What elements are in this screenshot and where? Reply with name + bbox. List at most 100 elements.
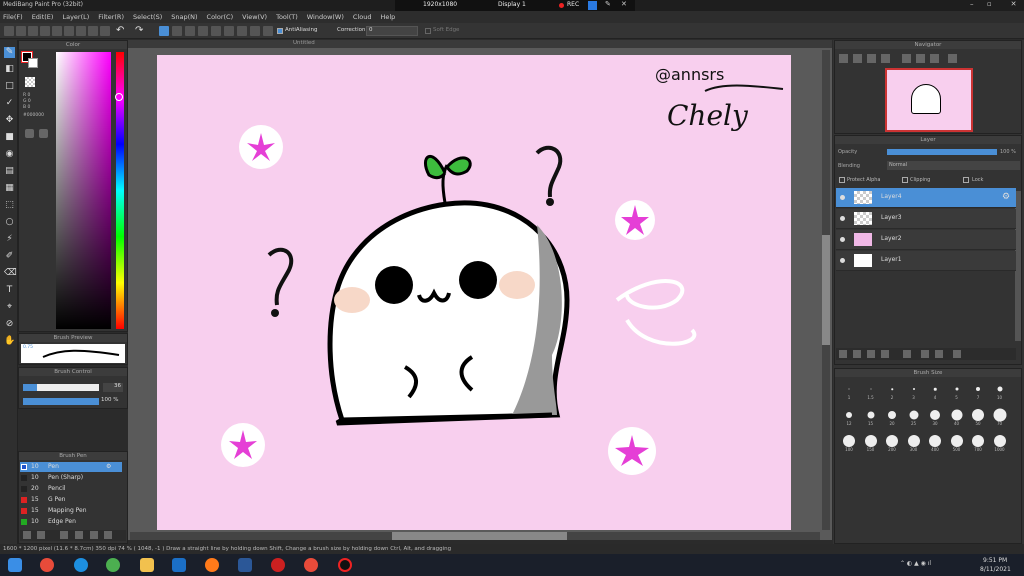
delete-brush-icon[interactable] — [104, 531, 112, 539]
store-icon[interactable] — [172, 558, 186, 572]
brush-size-preset-70[interactable]: 70 — [990, 406, 1010, 426]
new-8bit-layer-icon[interactable] — [867, 350, 875, 358]
lasso-tool-icon[interactable]: ○ — [4, 217, 15, 228]
app-icon[interactable] — [106, 558, 120, 572]
navigator-thumbnail[interactable] — [885, 68, 973, 132]
duplicate-layer-icon[interactable] — [921, 350, 929, 358]
snap-parallel-icon[interactable] — [172, 26, 182, 36]
hue-handle[interactable] — [115, 93, 123, 101]
blending-select[interactable]: Normal — [887, 161, 1020, 170]
menu-color[interactable]: Color(C) — [207, 13, 234, 21]
secondary-color-swatch[interactable] — [28, 58, 38, 68]
opera-icon[interactable] — [271, 558, 285, 572]
menu-select[interactable]: Select(S) — [133, 13, 162, 21]
soft-edge-checkbox[interactable] — [425, 28, 431, 34]
recorder-stop-button[interactable] — [588, 1, 597, 10]
dot-tool-icon[interactable]: □ — [4, 81, 15, 92]
layer-opacity-slider[interactable] — [887, 149, 997, 155]
lock-checkbox[interactable] — [963, 177, 969, 183]
brush-size-preset-2[interactable]: 2 — [882, 380, 902, 400]
save-icon[interactable] — [28, 26, 38, 36]
correction-select[interactable]: 0 — [366, 26, 418, 36]
new-folder-icon[interactable] — [903, 350, 911, 358]
brush-size-preset-100[interactable]: 100 — [839, 432, 859, 452]
halftone-tool-icon[interactable]: ▦ — [4, 183, 15, 194]
brush-size-preset-150[interactable]: 150 — [861, 432, 881, 452]
actual-size-icon[interactable] — [881, 54, 890, 63]
select-pen-2-icon[interactable]: ✐ — [4, 251, 15, 262]
gradient-tool-icon[interactable]: ▤ — [4, 166, 15, 177]
brush-opacity-slider[interactable] — [23, 398, 99, 405]
brush-size-preset-1.5[interactable]: 1.5 — [861, 380, 881, 400]
firefox-icon[interactable] — [205, 558, 219, 572]
brush-size-preset-5[interactable]: 5 — [947, 380, 967, 400]
flip-icon[interactable] — [948, 54, 957, 63]
visibility-icon[interactable] — [840, 195, 845, 200]
snap-vanishing-icon[interactable] — [198, 26, 208, 36]
horizontal-scrollbar[interactable] — [130, 532, 820, 540]
new-halftone-layer-icon[interactable] — [853, 350, 861, 358]
copy-brush-icon[interactable] — [60, 531, 68, 539]
menu-filter[interactable]: Filter(R) — [98, 13, 124, 21]
snap-curve-icon[interactable] — [250, 26, 260, 36]
select-all-icon[interactable] — [76, 26, 86, 36]
open-file-icon[interactable] — [16, 26, 26, 36]
brush-size-preset-200[interactable]: 200 — [882, 432, 902, 452]
transparent-color-swatch[interactable] — [25, 77, 35, 87]
brush-size-preset-400[interactable]: 400 — [925, 432, 945, 452]
menu-layer[interactable]: Layer(L) — [62, 13, 89, 21]
brush-item-g-pen[interactable]: 15 G Pen — [20, 495, 122, 505]
minimize-icon[interactable]: – — [970, 0, 974, 8]
reset-rotation-icon[interactable] — [916, 54, 925, 63]
brush-item-mapping-pen[interactable]: 15 Mapping Pen — [20, 506, 122, 516]
windows-start-icon[interactable] — [8, 558, 22, 572]
visibility-icon[interactable] — [840, 216, 845, 221]
layer-row-layer4[interactable]: Layer4 ⚙ — [836, 188, 1016, 208]
move-tool-icon[interactable]: ✥ — [4, 115, 15, 126]
gear-icon[interactable]: ⚙ — [106, 462, 111, 472]
snap-concentric-icon[interactable] — [224, 26, 234, 36]
new-layer-icon[interactable] — [839, 350, 847, 358]
grid-icon[interactable] — [52, 26, 62, 36]
close-recorder-icon[interactable]: ✕ — [621, 0, 627, 8]
bucket-tool-icon[interactable]: ◉ — [4, 149, 15, 160]
brush-size-preset-3[interactable]: 3 — [904, 380, 924, 400]
chrome-2-icon[interactable] — [304, 558, 318, 572]
divide-tool-icon[interactable]: ⌖ — [4, 302, 15, 313]
word-icon[interactable] — [238, 558, 252, 572]
text-tool-icon[interactable]: T — [4, 285, 15, 296]
chrome-icon[interactable] — [40, 558, 54, 572]
new-file-icon[interactable] — [4, 26, 14, 36]
edge-icon[interactable] — [74, 558, 88, 572]
brush-size-preset-1[interactable]: 1 — [839, 380, 859, 400]
menu-edit[interactable]: Edit(E) — [32, 13, 54, 21]
menu-file[interactable]: File(F) — [3, 13, 23, 21]
brush-size-preset-25[interactable]: 25 — [904, 406, 924, 426]
menu-tool[interactable]: Tool(T) — [276, 13, 298, 21]
visibility-icon[interactable] — [840, 237, 845, 242]
gear-icon[interactable]: ⚙ — [1002, 192, 1010, 202]
document-tab[interactable]: Untitled — [293, 40, 315, 46]
menu-snap[interactable]: Snap(N) — [171, 13, 197, 21]
cloud-save-icon[interactable] — [40, 26, 50, 36]
brush-size-preset-700[interactable]: 700 — [968, 432, 988, 452]
color-sv-picker[interactable] — [56, 52, 111, 329]
menu-window[interactable]: Window(W) — [307, 13, 344, 21]
brush-size-preset-15[interactable]: 15 — [861, 406, 881, 426]
pen-icon[interactable]: ✎ — [605, 0, 611, 8]
brush-size-preset-4[interactable]: 4 — [925, 380, 945, 400]
drawing-canvas[interactable]: @annsrs Chely — [157, 55, 791, 530]
tray-icons[interactable]: ⌃ ◐ ▲ ◉ ıl — [900, 560, 931, 567]
clock-date[interactable]: 8/11/2021 — [980, 566, 1011, 573]
recorder-icon[interactable] — [338, 558, 352, 572]
snap-radial-icon[interactable] — [211, 26, 221, 36]
brush-size-preset-30[interactable]: 30 — [925, 406, 945, 426]
file-explorer-icon[interactable] — [140, 558, 154, 572]
zoom-in-icon[interactable] — [839, 54, 848, 63]
add-brush-icon[interactable] — [23, 531, 31, 539]
snap-circle-icon[interactable] — [237, 26, 247, 36]
brush-item-pen-sharp[interactable]: 10 Pen (Sharp) — [20, 473, 122, 483]
layer-row-layer1[interactable]: Layer1 — [836, 251, 1016, 271]
new-1bit-layer-icon[interactable] — [881, 350, 889, 358]
deselect-icon[interactable] — [88, 26, 98, 36]
